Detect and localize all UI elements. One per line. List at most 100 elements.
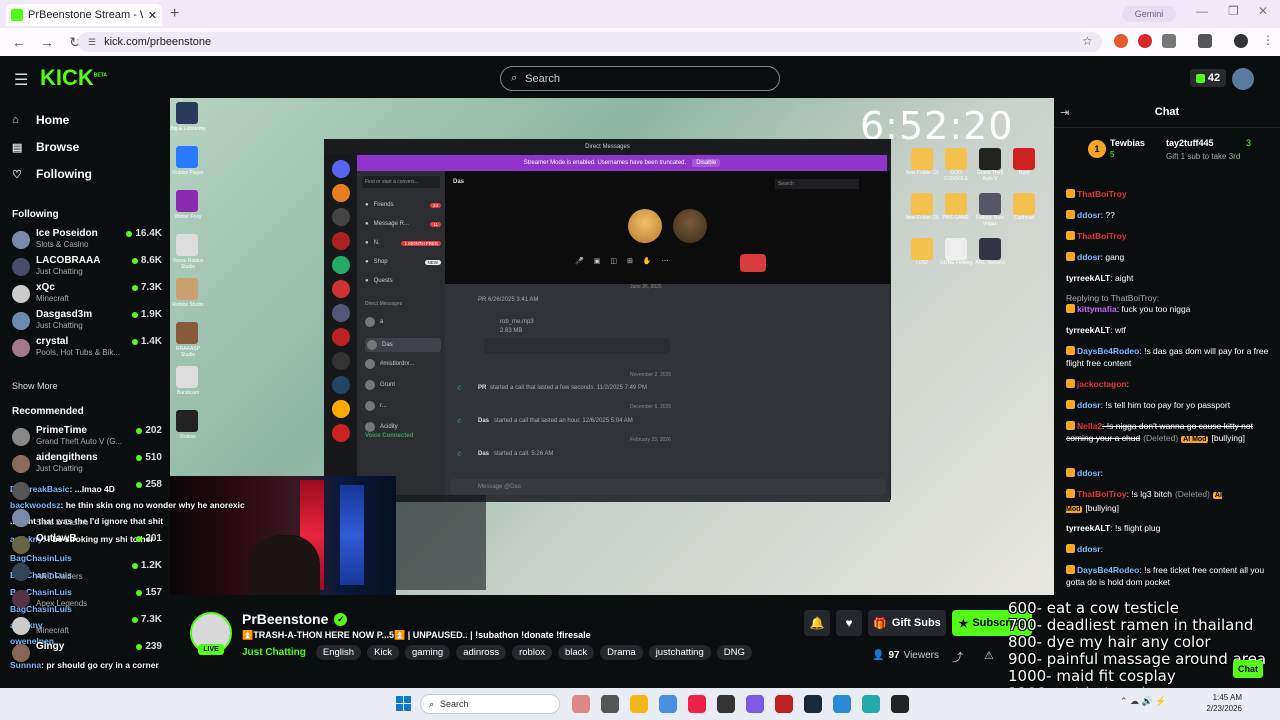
taskbar-app-icon[interactable]	[630, 695, 648, 713]
discord-server-icon[interactable]	[332, 280, 350, 298]
follow-heart-button[interactable]: ♥	[836, 610, 862, 636]
disable-button[interactable]: Disable	[692, 159, 721, 167]
stream-tag[interactable]: roblox	[512, 645, 552, 660]
discord-channel-2[interactable]: ● N. 1 MONTH FREE	[365, 240, 441, 246]
taskbar-app-icon[interactable]	[891, 695, 909, 713]
chat-username[interactable]: tyrreekALT	[1066, 523, 1110, 533]
discord-server-icon[interactable]	[332, 376, 350, 394]
discord-server-icon[interactable]	[332, 328, 350, 346]
category-link[interactable]: Just Chatting	[242, 647, 306, 658]
system-tray[interactable]: ⌃ ☁ 🔊 ⚡	[1120, 696, 1166, 707]
desktop-app-icon[interactable]	[945, 193, 967, 215]
bookmark-star-icon[interactable]: ☆	[1082, 34, 1093, 48]
search-input[interactable]: ⌕ Search	[500, 66, 780, 91]
extension-icon[interactable]	[1114, 34, 1128, 48]
discord-channel-3[interactable]: ● Shop NEW	[365, 259, 441, 265]
tab-close-icon[interactable]: ✕	[148, 9, 157, 22]
taskbar-clock[interactable]: 1:45 AM 2/23/2026	[1200, 692, 1242, 714]
sidebar-channel-row[interactable]: PrimeTime Grand Theft Auto V (G... 202	[12, 425, 162, 451]
discord-search-input[interactable]: Search	[775, 179, 859, 189]
desktop-app-icon[interactable]	[176, 322, 198, 344]
sidebar-item-browse[interactable]: ▤ Browse	[12, 140, 79, 154]
discord-channel-4[interactable]: ● Quests	[365, 278, 441, 284]
back-icon[interactable]: ←	[10, 34, 28, 50]
dm-row[interactable]: Das	[365, 338, 441, 352]
discord-server-icon[interactable]	[332, 352, 350, 370]
desktop-app-icon[interactable]	[979, 148, 1001, 170]
sidebar-channel-row[interactable]: ARC Raiders 1.2K	[12, 560, 162, 586]
discord-server-icon[interactable]	[332, 232, 350, 250]
chat-username[interactable]: Replying to ThatBoiTroy:	[1066, 293, 1159, 303]
forward-icon[interactable]: →	[38, 34, 56, 50]
chat-username[interactable]: DaysBe4Rodeo	[1077, 565, 1139, 575]
chat-username[interactable]: ThatBoiTroy	[1077, 489, 1127, 499]
desktop-app-icon[interactable]	[176, 146, 198, 168]
sidebar-item-home[interactable]: ⌂ Home	[12, 113, 69, 127]
chat-send-button[interactable]: Chat	[1233, 660, 1263, 678]
chat-username[interactable]: tyrreekALT	[1066, 273, 1110, 283]
dm-row[interactable]: Acidity	[365, 422, 441, 432]
sidebar-channel-row[interactable]: Slots & Casino	[12, 506, 162, 532]
stream-tag[interactable]: black	[557, 645, 595, 660]
chat-username[interactable]: ThatBoiTroy	[1077, 231, 1127, 241]
desktop-app-icon[interactable]	[176, 190, 198, 212]
site-info-icon[interactable]: ☰	[88, 37, 96, 48]
share-icon[interactable]: ⤴	[952, 649, 963, 665]
chat-username[interactable]: ddosr	[1077, 210, 1101, 220]
sidebar-channel-row[interactable]: Gingy 239	[12, 641, 162, 667]
dm-row[interactable]: r...	[365, 401, 441, 411]
chat-username[interactable]: Nella2	[1077, 421, 1102, 431]
chat-username[interactable]: ddosr	[1077, 544, 1101, 554]
taskbar-app-icon[interactable]	[775, 695, 793, 713]
profile-icon[interactable]	[1234, 34, 1248, 48]
sidebar-channel-row[interactable]: Dasgasd3m Just Chatting 1.9K	[12, 309, 162, 335]
sidebar-channel-row[interactable]: Minecraft 7.3K	[12, 614, 162, 640]
chat-username[interactable]: ddosr	[1077, 400, 1101, 410]
hangup-button[interactable]	[740, 254, 766, 272]
find-conversation-input[interactable]: Find or start a convers...	[362, 176, 440, 188]
taskbar-search[interactable]: ⌕ Search	[420, 694, 560, 714]
sidebar-channel-row[interactable]: Apex Legends 157	[12, 587, 162, 613]
gemini-button[interactable]: Gemini	[1122, 6, 1176, 22]
desktop-app-icon[interactable]	[176, 410, 198, 432]
url-field[interactable]: ☰ kick.com/prbeenstone	[78, 32, 1102, 52]
desktop-app-icon[interactable]	[979, 238, 1001, 260]
channel-name[interactable]: PrBeenstone ✓	[242, 611, 348, 627]
discord-server-icon[interactable]	[332, 184, 350, 202]
taskbar-app-icon[interactable]	[601, 695, 619, 713]
taskbar-app-icon[interactable]	[746, 695, 764, 713]
discord-channel-0[interactable]: ● Friends 24	[365, 202, 441, 208]
desktop-app-icon[interactable]	[911, 193, 933, 215]
chat-username[interactable]: DaysBe4Rodeo	[1077, 346, 1139, 356]
sidebar-channel-row[interactable]: LACOBRAAA Just Chatting 8.6K	[12, 255, 162, 281]
stream-tag[interactable]: English	[315, 645, 362, 660]
desktop-app-icon[interactable]	[1013, 193, 1035, 215]
desktop-app-icon[interactable]	[945, 238, 967, 260]
show-more-link[interactable]: Show More	[12, 381, 58, 391]
stream-tag[interactable]: DNG	[716, 645, 752, 660]
sidebar-channel-row[interactable]: Ice Poseidon Slots & Casino 16.4K	[12, 228, 162, 254]
discord-server-icon[interactable]	[332, 424, 350, 442]
desktop-app-icon[interactable]	[911, 148, 933, 170]
chat-username[interactable]: ddosr	[1077, 468, 1101, 478]
desktop-app-icon[interactable]	[911, 238, 933, 260]
chat-username[interactable]: ddosr	[1077, 252, 1101, 262]
taskbar-app-icon[interactable]	[688, 695, 706, 713]
sidebar-channel-row[interactable]: xQc Minecraft 7.3K	[12, 282, 162, 308]
chat-username[interactable]: ThatBoiTroy	[1077, 189, 1127, 199]
taskbar-app-icon[interactable]	[659, 695, 677, 713]
discord-server-icon[interactable]	[332, 256, 350, 274]
sidebar-item-following[interactable]: ♡ Following	[12, 167, 92, 181]
report-icon[interactable]: ⚠	[984, 649, 994, 662]
sidebar-channel-row[interactable]: aidengithens Just Chatting 510	[12, 452, 162, 478]
stream-tag[interactable]: adinross	[456, 645, 507, 660]
call-controls[interactable]: 🎤▣◫⊞✋⋯	[575, 257, 679, 265]
attachment-audio-player[interactable]	[484, 338, 670, 354]
menu-kebab-icon[interactable]: ⋮	[1262, 33, 1274, 47]
dm-row[interactable]: a	[365, 317, 441, 327]
kick-points-badge[interactable]: 42	[1190, 69, 1226, 87]
dm-row[interactable]: #mistlordrx...	[365, 359, 441, 369]
taskbar-app-icon[interactable]	[717, 695, 735, 713]
dm-row[interactable]: Grunt	[365, 380, 441, 390]
extensions-puzzle-icon[interactable]	[1162, 34, 1176, 48]
